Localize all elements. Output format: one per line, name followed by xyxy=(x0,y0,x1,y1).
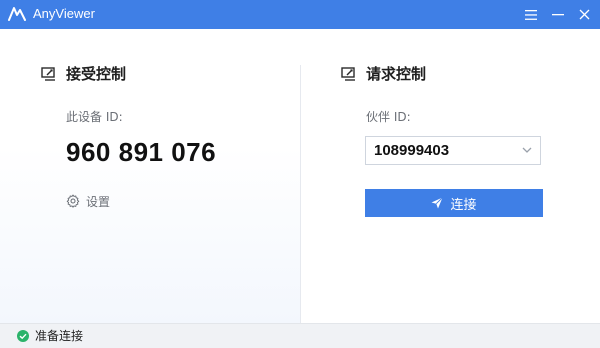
settings-link[interactable]: 设置 xyxy=(66,193,110,209)
chevron-down-icon[interactable] xyxy=(522,146,532,154)
minimize-button[interactable] xyxy=(545,0,571,29)
receive-control-title: 接受控制 xyxy=(66,65,127,83)
menu-icon xyxy=(525,9,537,20)
screen-edit-icon xyxy=(41,67,55,81)
partner-id-label: 伙伴 ID: xyxy=(366,110,411,124)
screen-edit-icon xyxy=(341,67,355,81)
device-id-label: 此设备 ID: xyxy=(66,110,123,124)
minimize-icon xyxy=(552,13,564,15)
status-text: 准备连接 xyxy=(35,329,84,343)
app-window: AnyViewer 接受控制 此设备 ID: 960 891 076 设置 请求… xyxy=(0,0,600,348)
settings-label: 设置 xyxy=(86,194,111,209)
partner-id-value: 108999403 xyxy=(374,142,450,159)
gear-icon xyxy=(66,194,80,208)
connect-button[interactable]: 连接 xyxy=(365,189,543,217)
title-bar[interactable]: AnyViewer xyxy=(0,0,600,29)
app-title: AnyViewer xyxy=(33,6,95,21)
send-icon xyxy=(431,197,444,209)
close-button[interactable] xyxy=(571,0,597,29)
connect-button-label: 连接 xyxy=(450,197,477,213)
menu-button[interactable] xyxy=(518,0,544,29)
anyviewer-logo-icon xyxy=(8,7,26,21)
request-control-title: 请求控制 xyxy=(366,65,427,83)
close-icon xyxy=(579,9,589,20)
partner-id-input[interactable]: 108999403 xyxy=(365,136,541,165)
status-bar: 准备连接 xyxy=(0,323,600,348)
device-id-value: 960 891 076 xyxy=(66,137,217,167)
check-circle-icon xyxy=(17,330,29,342)
